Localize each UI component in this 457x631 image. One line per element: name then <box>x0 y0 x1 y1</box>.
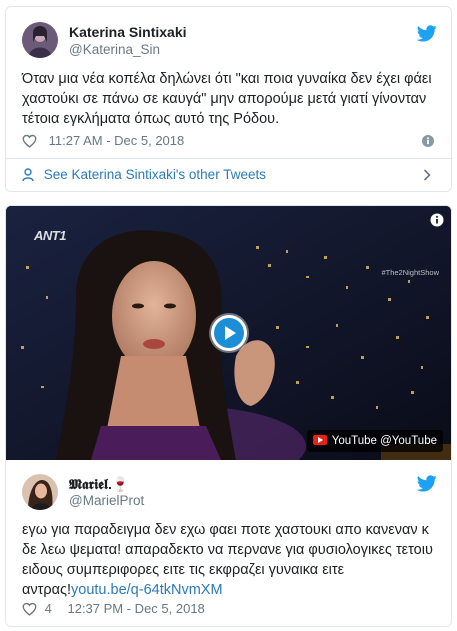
video-player[interactable]: ANT1 #The2NightShow YouTube @YouTube <box>6 206 451 460</box>
embedded-tweet-mariel: ANT1 #The2NightShow YouTube @YouTube 𝕸𝖆𝖗… <box>5 205 452 627</box>
tweet-timestamp[interactable]: 12:37 PM - Dec 5, 2018 <box>67 601 204 616</box>
heart-icon[interactable] <box>22 602 37 616</box>
tweet-text: Όταν μια νέα κοπέλα δηλώνει ότι "και ποι… <box>22 71 432 127</box>
author-handle[interactable]: @MarielProt <box>69 493 144 508</box>
play-icon <box>214 318 244 348</box>
twitter-bird-icon[interactable] <box>417 25 437 42</box>
twitter-bird-icon[interactable] <box>417 475 437 492</box>
tweet-meta: 4 12:37 PM - Dec 5, 2018 <box>22 601 205 616</box>
channel-logo: ANT1 <box>34 228 66 243</box>
tweet-meta: 11:27 AM - Dec 5, 2018 <box>22 133 184 148</box>
author-handle[interactable]: @Katerina_Sin <box>69 42 160 57</box>
embedded-tweet-katerina: Katerina Sintixaki @Katerina_Sin Όταν μι… <box>5 6 452 192</box>
youtube-badge[interactable]: YouTube @YouTube <box>306 430 443 452</box>
heart-icon[interactable] <box>22 134 37 148</box>
info-icon[interactable] <box>422 135 434 147</box>
tweet-timestamp[interactable]: 11:27 AM - Dec 5, 2018 <box>49 133 185 148</box>
youtube-badge-label: YouTube @YouTube <box>331 435 437 447</box>
avatar[interactable] <box>22 474 58 510</box>
author-name[interactable]: Katerina Sintixaki <box>69 24 187 40</box>
video-hashtag: #The2NightShow <box>381 268 439 277</box>
info-icon[interactable] <box>430 213 444 227</box>
author-name[interactable]: 𝕸𝖆𝖗𝖎𝖊𝖑.🍷 <box>69 476 129 493</box>
play-button[interactable] <box>211 315 247 351</box>
tweet-text: εγω για παραδειγμα δεν εχω φαει ποτε χασ… <box>22 520 434 600</box>
avatar[interactable] <box>22 22 58 58</box>
youtube-icon <box>312 435 327 445</box>
see-more-tweets-link[interactable]: See Katerina Sintixaki's other Tweets <box>22 167 435 182</box>
person-icon <box>22 168 34 182</box>
like-count[interactable]: 4 <box>45 601 52 616</box>
divider <box>6 158 451 159</box>
tweet-link[interactable]: youtu.be/q-64tkNvmXM <box>71 582 223 598</box>
see-more-label: See Katerina Sintixaki's other Tweets <box>43 167 266 182</box>
chevron-right-icon[interactable] <box>423 169 431 181</box>
